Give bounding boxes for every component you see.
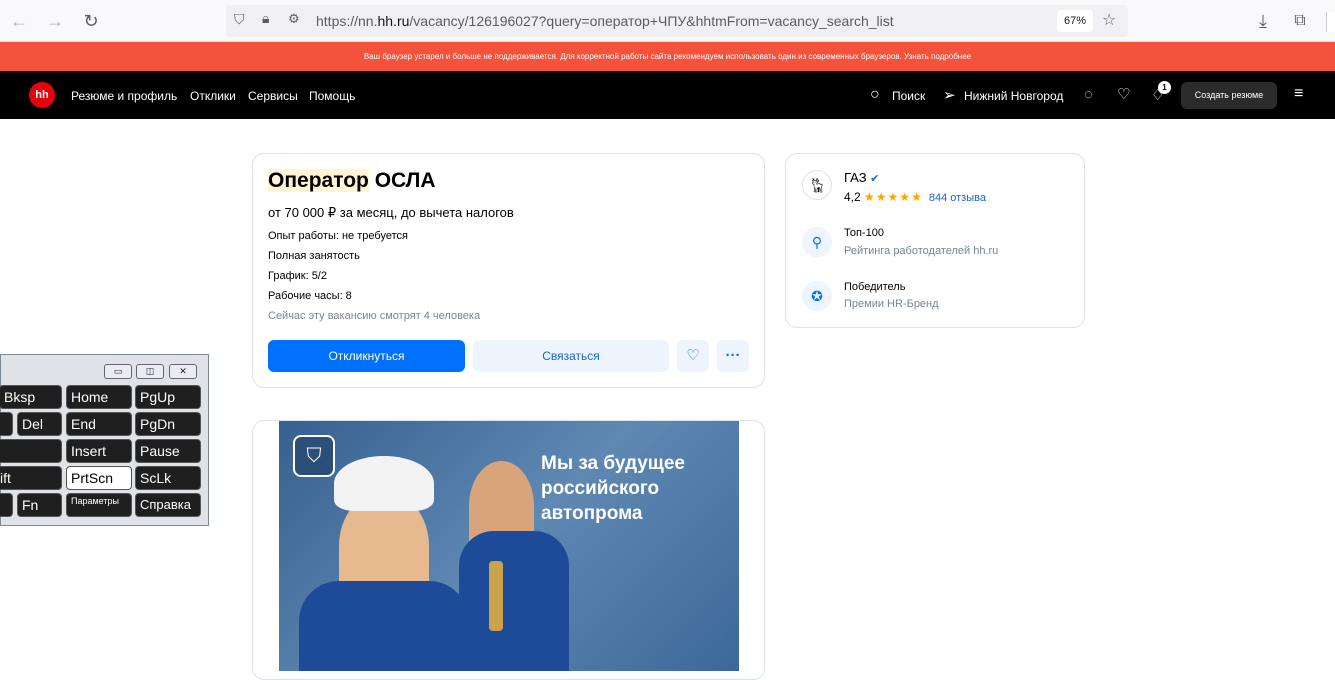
top100-award-icon: ⚲ [802,227,832,257]
employer-logo-icon[interactable]: 🦌︎ [802,170,832,200]
gaz-deer-logo-icon: ⛉ [293,435,335,477]
key-fn[interactable]: Fn [17,493,62,517]
chat-icon[interactable]: ◌ [1084,86,1093,103]
vacancy-title: Оператор ОСЛА [268,169,436,192]
hh-logo[interactable]: hh [29,82,55,108]
employer-card: 🦌︎ ГАЗ ✔ 4,2 ★★★★★ 844 отзыва ⚲ Топ-100 Р… [785,153,1085,328]
key-blank[interactable] [0,439,62,463]
on-screen-keyboard[interactable]: ▭ ◫ ✕ Bksp Home PgUp Del End PgDn Insert… [0,354,209,526]
nav-help[interactable]: Помощь [309,89,355,103]
hr-brand-award-icon: ✪ [802,281,832,311]
menu-edge [1326,12,1335,32]
verified-check-icon: ✔ [870,173,880,185]
url-text[interactable]: https://nn.hh.ru/vacancy/126196027?query… [316,13,894,29]
reload-icon[interactable]: ↻ [81,11,101,31]
banner-slogan: Мы за будущее российского автопрома [541,453,685,524]
nav-services[interactable]: Сервисы [248,89,298,103]
working-hours: Рабочие часы: 8 [268,290,352,302]
key-del[interactable]: Del [17,412,62,436]
nav-resume[interactable]: Резюме и профиль [71,89,177,103]
more-options-icon[interactable]: ··· [717,340,749,372]
search-icon[interactable]: ○ [870,86,880,104]
hard-hat-icon [334,456,434,511]
award-top100-subtitle: Рейтинга работодателей hh.ru [844,245,999,257]
city-link[interactable]: Нижний Новгород [964,89,1063,103]
close-icon[interactable]: ✕ [169,364,197,379]
shield-icon[interactable]: ⛉ [234,11,245,28]
respond-button[interactable]: Откликнуться [268,340,465,372]
download-icon[interactable]: ⤓ [1253,11,1273,31]
vacancy-card: Оператор ОСЛА от 70 000 ₽ за месяц, до в… [252,153,765,388]
award-top100-title: Топ-100 [844,227,884,239]
employer-rating: 4,2 ★★★★★ 844 отзыва [844,190,986,204]
zoom-badge[interactable]: 67% [1057,10,1093,32]
key-end[interactable]: End [66,412,132,436]
key-sclk[interactable]: ScLk [135,466,201,490]
schedule: График: 5/2 [268,270,327,282]
employer-banner-card: ⛉ Мы за будущее российского автопрома [252,420,765,680]
hamburger-menu-icon[interactable]: ≡ [1294,85,1303,103]
key-help[interactable]: Справка [135,493,201,517]
key-insert[interactable]: Insert [66,439,132,463]
key-shift[interactable]: ift [0,466,62,490]
watching-count: Сейчас эту вакансию смотрят 4 человека [268,310,481,322]
location-arrow-icon[interactable]: ➢ [943,86,956,104]
employer-name[interactable]: ГАЗ ✔ [844,170,879,185]
extensions-icon[interactable]: ⧉ [1290,11,1310,31]
key-prtscn[interactable]: PrtScn [66,466,132,490]
search-link[interactable]: Поиск [892,89,925,103]
tool-icon [489,561,503,631]
key-pgup[interactable]: PgUp [135,385,201,409]
nav-responses[interactable]: Отклики [190,89,236,103]
permissions-icon[interactable]: ⚙ [288,11,300,27]
award-hrbrand-subtitle: Премии HR-Бренд [844,298,939,310]
key-options[interactable]: Параметры [66,493,132,517]
rating-stars-icon: ★★★★★ [864,190,923,204]
url-bar[interactable]: ⛉ 🔒︎ ⚙ https://nn.hh.ru/vacancy/12619602… [226,5,1128,37]
forward-icon[interactable]: → [45,11,65,31]
award-hrbrand-title: Победитель [844,281,906,293]
worker-uniform-right [459,531,569,671]
minimize-icon[interactable]: ▭ [104,364,132,379]
worker-uniform-left [299,581,469,671]
browser-toolbar: ← → ↻ ⛉ 🔒︎ ⚙ https://nn.hh.ru/vacancy/12… [0,0,1335,42]
experience: Опыт работы: не требуется [268,230,408,242]
employer-banner-image[interactable]: ⛉ Мы за будущее российского автопрома [279,421,739,671]
key-pgdn[interactable]: PgDn [135,412,201,436]
notification-count-badge: 1 [1158,81,1171,94]
create-resume-button[interactable]: Создать резюме [1181,82,1277,109]
key-pause[interactable]: Pause [135,439,201,463]
reviews-link[interactable]: 844 отзыва [929,192,986,204]
favorites-heart-icon[interactable]: ♡ [1117,85,1130,103]
lock-icon[interactable]: 🔒︎ [262,10,269,27]
contact-button[interactable]: Связаться [473,340,669,372]
favorite-heart-icon[interactable]: ♡ [677,340,709,372]
outdated-browser-warning: Ваш браузер устарел и больше не поддержи… [0,42,1335,71]
key-bksp[interactable]: Bksp [0,385,62,409]
key-partial-2[interactable] [0,493,13,517]
restore-icon[interactable]: ◫ [136,364,164,379]
employment-type: Полная занятость [268,250,360,262]
key-partial[interactable] [0,412,13,436]
back-icon[interactable]: ← [9,11,29,31]
salary: от 70 000 ₽ за месяц, до вычета налогов [268,205,514,220]
bookmark-star-icon[interactable]: ☆ [1102,10,1116,30]
key-home[interactable]: Home [66,385,132,409]
